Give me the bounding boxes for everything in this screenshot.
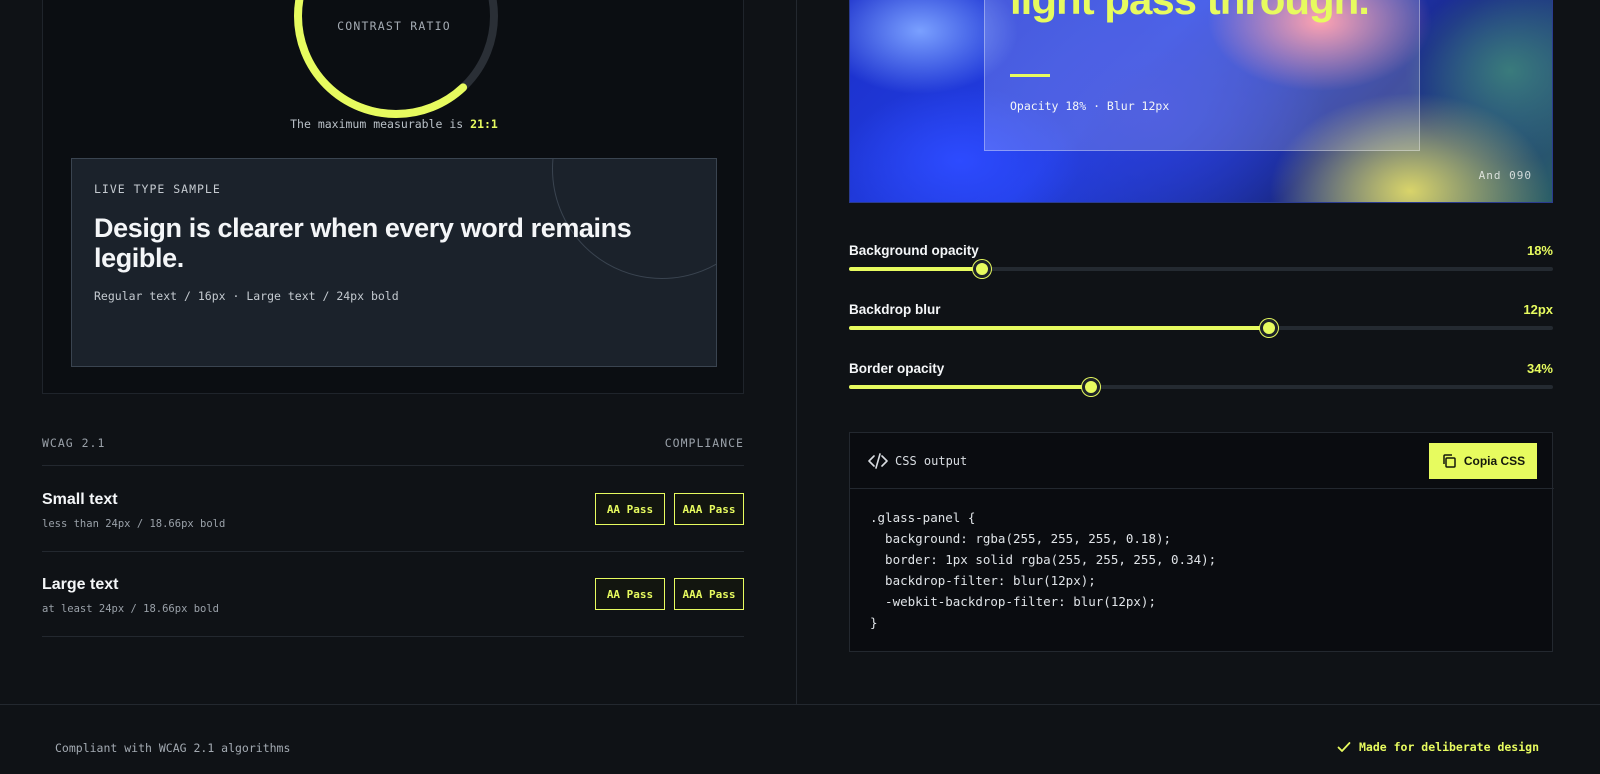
footer-divider [0, 704, 1600, 705]
slider-label: Border opacity [849, 361, 945, 376]
slider-label: Backdrop blur [849, 302, 941, 317]
css-output-card: CSS output Copia CSS .glass-panel { back… [849, 432, 1554, 652]
slider-value: 34% [1526, 361, 1553, 376]
slider-track[interactable] [849, 260, 1553, 278]
column-divider [796, 0, 797, 705]
slider-thumb[interactable] [973, 260, 992, 278]
wcag-row-large-text: Large text at least 24px / 18.66px bold … [42, 552, 744, 637]
glass-spec: Opacity 18% · Blur 12px [1010, 99, 1170, 113]
row-subtitle: less than 24px / 18.66px bold [42, 518, 226, 530]
aaa-pass-badge: AAA Pass [674, 578, 744, 610]
accent-bar [1010, 74, 1050, 77]
wcag-row-small-text: Small text less than 24px / 18.66px bold… [42, 467, 744, 552]
slider-fill [849, 326, 1270, 330]
footer-tagline: Made for deliberate design [1337, 740, 1539, 754]
max-ratio-value: 21:1 [470, 117, 498, 131]
css-code-block: .glass-panel { background: rgba(255, 255… [870, 510, 1217, 630]
contrast-ratio-label: CONTRAST RATIO [337, 19, 451, 33]
slider-label: Background opacity [849, 243, 979, 258]
type-sample-label: LIVE TYPE SAMPLE [94, 182, 221, 196]
row-title: Small text [42, 491, 118, 508]
background-opacity-slider[interactable]: Background opacity 18% [849, 243, 1553, 283]
backdrop-blur-slider[interactable]: Backdrop blur 12px [849, 302, 1553, 342]
glass-preview: light pass through. Opacity 18% · Blur 1… [849, 0, 1553, 203]
max-ratio-line: The maximum measurable is 21:1 [43, 117, 745, 131]
type-sample-meta: Regular text / 16px · Large text / 24px … [94, 289, 399, 303]
slider-thumb[interactable] [1260, 319, 1279, 337]
slider-fill [849, 267, 983, 271]
wcag-version: WCAG 2.1 [42, 436, 106, 450]
check-icon [1337, 742, 1351, 752]
code-icon [868, 453, 888, 469]
footer-compliance-note: Compliant with WCAG 2.1 algorithms [55, 741, 291, 755]
type-sample-headline: Design is clearer when every word remain… [94, 213, 632, 273]
wcag-header: WCAG 2.1 COMPLIANCE [42, 436, 744, 466]
footer-tagline-text: Made for deliberate design [1358, 740, 1539, 754]
slider-fill [849, 385, 1092, 389]
image-credit: And 090 [1478, 169, 1532, 182]
copy-icon [1443, 454, 1456, 468]
css-output-title: CSS output [895, 454, 968, 468]
glass-headline: light pass through. [1010, 0, 1370, 21]
compliance-header: COMPLIANCE [664, 436, 744, 450]
copy-css-label: Copia CSS [1463, 454, 1526, 468]
aaa-pass-badge: AAA Pass [674, 493, 744, 525]
glass-panel: light pass through. Opacity 18% · Blur 1… [984, 0, 1420, 151]
live-type-sample: LIVE TYPE SAMPLE Design is clearer when … [71, 158, 717, 367]
css-output-header: CSS output Copia CSS [850, 433, 1554, 489]
contrast-card: CONTRAST RATIO The maximum measurable is… [42, 0, 744, 394]
border-opacity-slider[interactable]: Border opacity 34% [849, 361, 1553, 401]
slider-thumb[interactable] [1082, 378, 1101, 396]
slider-value: 12px [1523, 302, 1553, 317]
aa-pass-badge: AA Pass [595, 578, 665, 610]
aa-pass-badge: AA Pass [595, 493, 665, 525]
slider-value: 18% [1526, 243, 1553, 258]
row-title: Large text [42, 576, 119, 593]
copy-css-button[interactable]: Copia CSS [1429, 443, 1537, 479]
row-subtitle: at least 24px / 18.66px bold [42, 603, 220, 615]
slider-track[interactable] [849, 319, 1553, 337]
slider-track[interactable] [849, 378, 1553, 396]
max-ratio-prefix: The maximum measurable is [290, 117, 464, 131]
